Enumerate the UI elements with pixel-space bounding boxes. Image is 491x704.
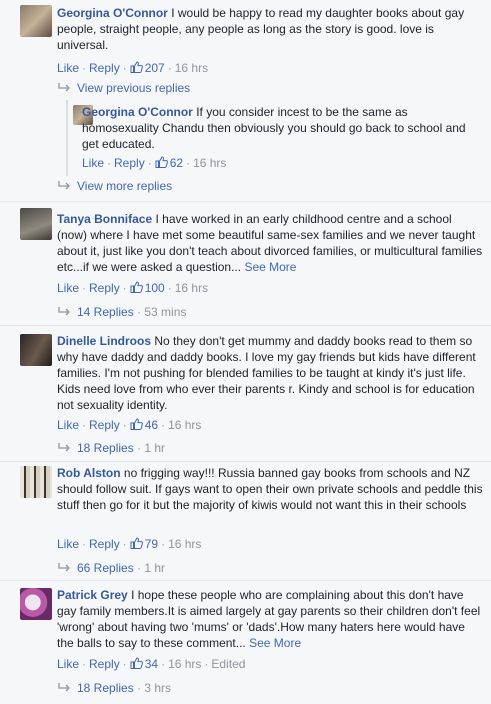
like-button[interactable]: Like bbox=[57, 281, 79, 295]
comment-text: no frigging way!!! Russia banned gay boo… bbox=[57, 466, 483, 512]
reply-button[interactable]: Reply bbox=[89, 418, 120, 432]
replies-time: 3 hrs bbox=[144, 681, 172, 695]
divider bbox=[0, 580, 491, 581]
view-replies[interactable]: 66 Replies · 1 hr bbox=[57, 560, 165, 576]
timestamp[interactable]: 16 hrs bbox=[175, 281, 208, 295]
commenter-name[interactable]: Rob Alston bbox=[57, 466, 121, 480]
like-button[interactable]: Like bbox=[57, 657, 79, 671]
like-count[interactable]: 207 bbox=[145, 61, 165, 75]
like-count[interactable]: 62 bbox=[170, 156, 183, 170]
reply-button[interactable]: Reply bbox=[89, 61, 120, 75]
thumbs-up-icon bbox=[130, 61, 143, 73]
thumbs-up-icon bbox=[130, 657, 143, 669]
comment-actions: Like · Reply · 207 · 16 hrs bbox=[57, 61, 209, 75]
like-button[interactable]: Like bbox=[57, 537, 79, 551]
comment-actions: Like · Reply · 62 · 16 hrs bbox=[82, 156, 227, 170]
timestamp[interactable]: 16 hrs bbox=[168, 657, 201, 671]
edited-label[interactable]: Edited bbox=[211, 657, 245, 671]
reply-button[interactable]: Reply bbox=[89, 281, 120, 295]
avatar[interactable] bbox=[20, 334, 52, 366]
like-count[interactable]: 79 bbox=[145, 537, 158, 551]
reply-button[interactable]: Reply bbox=[114, 156, 145, 170]
replies-time: 1 hr bbox=[144, 561, 166, 575]
commenter-name[interactable]: Georgina O'Connor bbox=[82, 105, 193, 119]
replies-count: 18 Replies bbox=[77, 441, 134, 455]
timestamp[interactable]: 16 hrs bbox=[168, 537, 201, 551]
timestamp[interactable]: 16 hrs bbox=[168, 418, 201, 432]
view-replies[interactable]: 18 Replies · 3 hrs bbox=[57, 680, 171, 696]
commenter-name[interactable]: Tanya Bonniface bbox=[57, 212, 152, 226]
view-previous-replies[interactable]: View previous replies bbox=[57, 80, 190, 96]
reply-arrow-icon bbox=[58, 181, 70, 190]
comment-actions: Like · Reply · 79 · 16 hrs bbox=[57, 537, 202, 551]
thumbs-up-icon bbox=[130, 537, 143, 549]
divider bbox=[0, 325, 491, 326]
avatar[interactable] bbox=[20, 5, 52, 37]
replies-time: 53 mins bbox=[144, 305, 187, 319]
replies-count: 66 Replies bbox=[77, 561, 134, 575]
divider bbox=[0, 461, 491, 462]
avatar[interactable] bbox=[20, 466, 52, 498]
commenter-name[interactable]: Georgina O'Connor bbox=[57, 6, 168, 20]
avatar[interactable] bbox=[20, 588, 52, 620]
comment-actions: Like · Reply · 46 · 16 hrs bbox=[57, 418, 202, 432]
timestamp[interactable]: 16 hrs bbox=[175, 61, 208, 75]
thumbs-up-icon bbox=[130, 418, 143, 430]
like-count[interactable]: 46 bbox=[145, 418, 158, 432]
replies-time: 1 hr bbox=[144, 441, 166, 455]
reply-thread-line bbox=[66, 100, 68, 176]
view-previous-replies-label: View previous replies bbox=[77, 81, 191, 95]
reply-button[interactable]: Reply bbox=[89, 657, 120, 671]
comment-actions: Like · Reply · 34 · 16 hrs · Edited bbox=[57, 657, 246, 671]
replies-count: 18 Replies bbox=[77, 681, 134, 695]
divider bbox=[0, 201, 491, 202]
reply-arrow-icon bbox=[58, 307, 70, 316]
reply-button[interactable]: Reply bbox=[89, 537, 120, 551]
timestamp[interactable]: 16 hrs bbox=[193, 156, 226, 170]
see-more-link[interactable]: See More bbox=[249, 636, 301, 650]
view-replies[interactable]: 18 Replies · 1 hr bbox=[57, 440, 165, 456]
commenter-name[interactable]: Patrick Grey bbox=[57, 588, 128, 602]
like-count[interactable]: 100 bbox=[145, 281, 165, 295]
like-button[interactable]: Like bbox=[57, 418, 79, 432]
like-button[interactable]: Like bbox=[82, 156, 104, 170]
replies-count: 14 Replies bbox=[77, 305, 134, 319]
see-more-link[interactable]: See More bbox=[244, 260, 296, 274]
reply-arrow-icon bbox=[58, 443, 70, 452]
reply-arrow-icon bbox=[58, 563, 70, 572]
reply-arrow-icon bbox=[58, 83, 70, 92]
like-count[interactable]: 34 bbox=[145, 657, 158, 671]
view-more-replies-label: View more replies bbox=[77, 179, 173, 193]
avatar[interactable] bbox=[20, 208, 52, 240]
comment-actions: Like · Reply · 100 · 16 hrs bbox=[57, 281, 209, 295]
thumbs-up-icon bbox=[130, 281, 143, 293]
like-button[interactable]: Like bbox=[57, 61, 79, 75]
view-replies[interactable]: 14 Replies · 53 mins bbox=[57, 304, 186, 320]
reply-arrow-icon bbox=[58, 683, 70, 692]
thumbs-up-icon bbox=[155, 156, 168, 168]
view-more-replies[interactable]: View more replies bbox=[57, 178, 172, 194]
commenter-name[interactable]: Dinelle Lindroos bbox=[57, 334, 151, 348]
